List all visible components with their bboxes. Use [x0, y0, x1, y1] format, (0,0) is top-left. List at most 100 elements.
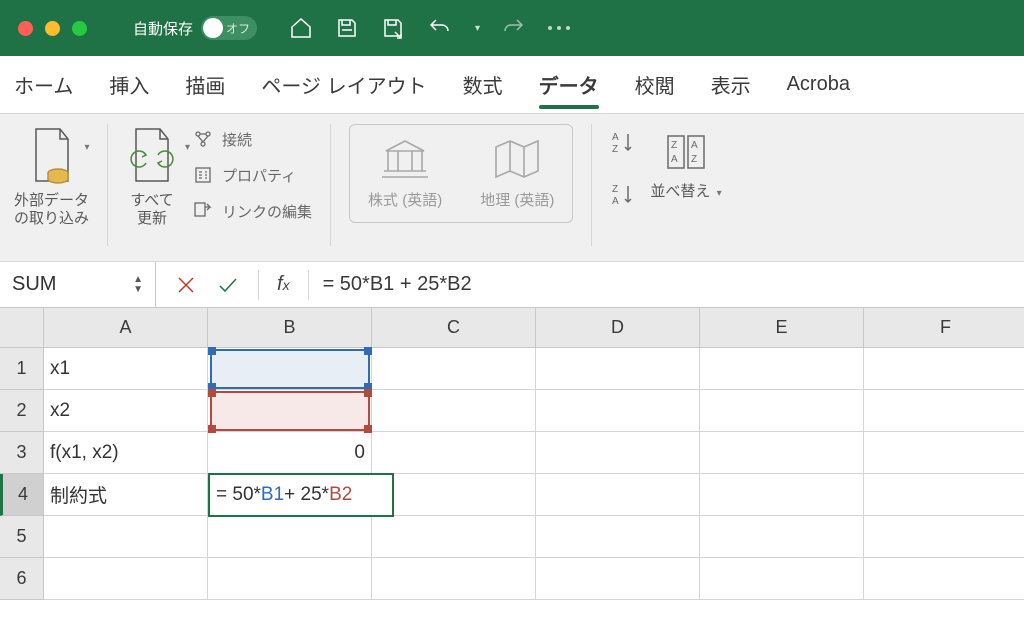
tab-review[interactable]: 校閲 — [635, 70, 675, 99]
refresh-icon: ▾ — [126, 124, 178, 188]
cell-B2[interactable] — [208, 390, 372, 432]
tab-data[interactable]: データ — [539, 70, 599, 99]
svg-text:Z: Z — [612, 184, 618, 195]
tab-layout[interactable]: ページ レイアウト — [261, 70, 426, 99]
col-header-D[interactable]: D — [536, 308, 700, 348]
connections-button[interactable]: 接続 — [192, 128, 312, 150]
autosave-toggle[interactable]: オフ — [201, 16, 257, 40]
cancel-icon[interactable] — [174, 273, 198, 297]
sort-desc-button[interactable]: ZA — [610, 182, 636, 212]
svg-text:Z: Z — [691, 154, 697, 165]
connections-icon — [192, 128, 214, 150]
cell-B1[interactable] — [208, 348, 372, 390]
cell-D4[interactable] — [536, 474, 700, 516]
svg-text:A: A — [612, 196, 619, 207]
formula-actions: fx — [156, 270, 308, 300]
refresh-all-button[interactable]: ▾ すべて更新 — [126, 124, 178, 228]
fx-icon[interactable]: fx — [277, 273, 290, 296]
cell-A5[interactable] — [44, 516, 208, 558]
row-header-2[interactable]: 2 — [0, 390, 44, 432]
tab-insert[interactable]: 挿入 — [109, 70, 149, 99]
cell-A3[interactable]: f(x1, x2) — [44, 432, 208, 474]
cell-A1[interactable]: x1 — [44, 348, 208, 390]
name-box[interactable]: SUM ▲▼ — [0, 262, 156, 307]
col-header-C[interactable]: C — [372, 308, 536, 348]
data-types-group: 株式 (英語) 地理 (英語) — [349, 124, 573, 223]
geography-button[interactable]: 地理 (英語) — [480, 137, 554, 210]
cell-C3[interactable] — [372, 432, 536, 474]
select-all-corner[interactable] — [0, 308, 44, 348]
spreadsheet-grid[interactable]: A B C D E F 1 x1 2 x2 3 f(x1, x2) 0 4 制約… — [0, 308, 1024, 600]
cell-B6[interactable] — [208, 558, 372, 600]
tab-home[interactable]: ホーム — [14, 70, 73, 99]
cell-C2[interactable] — [372, 390, 536, 432]
cell-A4[interactable]: 制約式 — [44, 474, 208, 516]
edit-links-label: リンクの編集 — [222, 201, 312, 222]
cell-D6[interactable] — [536, 558, 700, 600]
edit-links-button[interactable]: リンクの編集 — [192, 200, 312, 222]
sort-asc-button[interactable]: AZ — [610, 130, 636, 160]
minimize-window-button[interactable] — [45, 21, 60, 36]
row-header-6[interactable]: 6 — [0, 558, 44, 600]
cell-C4[interactable] — [372, 474, 536, 516]
cell-F5[interactable] — [864, 516, 1024, 558]
home-icon[interactable] — [289, 16, 313, 40]
cell-editor-B4[interactable]: = 50*B1 + 25*B2 — [208, 473, 394, 517]
cell-E3[interactable] — [700, 432, 864, 474]
cell-A6[interactable] — [44, 558, 208, 600]
cell-B3[interactable]: 0 — [208, 432, 372, 474]
undo-icon[interactable] — [427, 16, 451, 40]
cell-A2[interactable]: x2 — [44, 390, 208, 432]
cell-E4[interactable] — [700, 474, 864, 516]
properties-button[interactable]: プロパティ — [192, 164, 312, 186]
titlebar: 自動保存 オフ ▾ — [0, 0, 1024, 56]
cell-D3[interactable] — [536, 432, 700, 474]
formula-input[interactable]: = 50*B1 + 25*B2 — [309, 273, 1024, 296]
cell-F3[interactable] — [864, 432, 1024, 474]
properties-icon — [192, 164, 214, 186]
edit-prefix: = 50* — [216, 484, 261, 506]
external-data-button[interactable]: ▾ 外部データの取り込み — [14, 124, 89, 228]
col-header-A[interactable]: A — [44, 308, 208, 348]
cell-D2[interactable] — [536, 390, 700, 432]
maximize-window-button[interactable] — [72, 21, 87, 36]
confirm-icon[interactable] — [216, 273, 240, 297]
row-header-4[interactable]: 4 — [0, 474, 44, 516]
sort-dialog-button[interactable]: ZAAZ 並べ替え ▾ — [650, 130, 721, 201]
redo-icon[interactable] — [502, 16, 526, 40]
cell-B5[interactable] — [208, 516, 372, 558]
row-header-1[interactable]: 1 — [0, 348, 44, 390]
cell-E5[interactable] — [700, 516, 864, 558]
cell-F4[interactable] — [864, 474, 1024, 516]
stocks-button[interactable]: 株式 (英語) — [368, 137, 442, 210]
ribbon-tabs: ホーム 挿入 描画 ページ レイアウト 数式 データ 校閲 表示 Acroba — [0, 56, 1024, 114]
cell-F2[interactable] — [864, 390, 1024, 432]
cell-D5[interactable] — [536, 516, 700, 558]
undo-dropdown[interactable]: ▾ — [475, 23, 480, 34]
col-header-B[interactable]: B — [208, 308, 372, 348]
more-icon[interactable] — [548, 26, 570, 30]
col-header-E[interactable]: E — [700, 308, 864, 348]
cell-C1[interactable] — [372, 348, 536, 390]
cell-E6[interactable] — [700, 558, 864, 600]
stocks-icon — [378, 137, 432, 181]
cell-C6[interactable] — [372, 558, 536, 600]
tab-view[interactable]: 表示 — [711, 70, 751, 99]
row-header-5[interactable]: 5 — [0, 516, 44, 558]
tab-acrobat[interactable]: Acroba — [787, 73, 850, 96]
chevron-down-icon: ▾ — [185, 142, 190, 153]
cell-E1[interactable] — [700, 348, 864, 390]
cell-D1[interactable] — [536, 348, 700, 390]
col-header-F[interactable]: F — [864, 308, 1024, 348]
save-as-icon[interactable] — [381, 16, 405, 40]
cell-F6[interactable] — [864, 558, 1024, 600]
close-window-button[interactable] — [18, 21, 33, 36]
save-icon[interactable] — [335, 16, 359, 40]
tab-draw[interactable]: 描画 — [185, 70, 225, 99]
tab-formulas[interactable]: 数式 — [463, 70, 503, 99]
cell-F1[interactable] — [864, 348, 1024, 390]
cell-E2[interactable] — [700, 390, 864, 432]
name-box-dropdown[interactable]: ▲▼ — [133, 275, 143, 295]
cell-C5[interactable] — [372, 516, 536, 558]
row-header-3[interactable]: 3 — [0, 432, 44, 474]
